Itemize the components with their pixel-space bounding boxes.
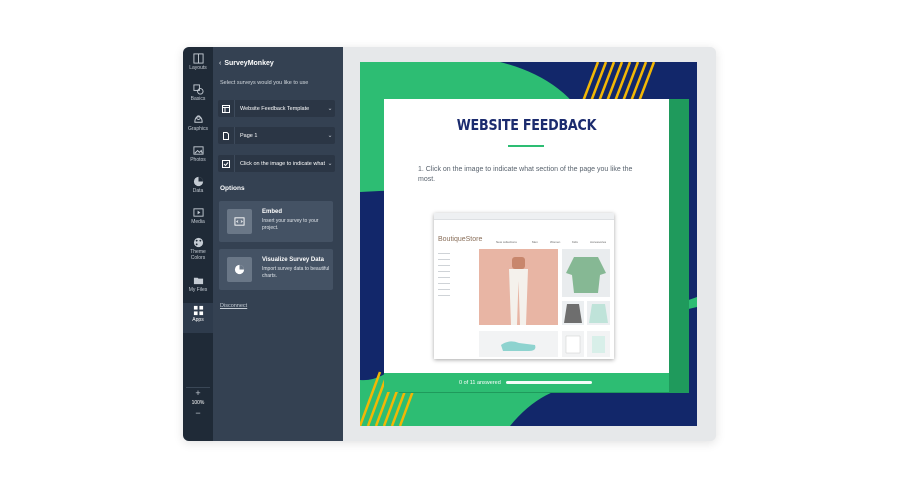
browser-bar — [434, 213, 614, 220]
rail-label: Media — [191, 219, 205, 225]
zoom-out-button[interactable]: − — [195, 408, 200, 418]
embed-title: Embed — [262, 209, 283, 215]
rail-label: My Files — [188, 287, 208, 293]
zoom-in-button[interactable]: + — [195, 388, 200, 398]
boutique-brand: BoutiqueStore — [438, 236, 483, 243]
chevron-down-icon: ⌄ — [327, 161, 333, 167]
page-select[interactable]: Page 1 ⌄ — [218, 127, 335, 144]
survey-card[interactable]: WEBSITE FEEDBACK 1. Click on the image t… — [384, 99, 669, 392]
data-icon — [193, 176, 203, 187]
panel-title: SurveyMonkey — [224, 60, 274, 67]
palette-icon — [193, 237, 203, 248]
survey-footer: 0 of 11 answered — [384, 373, 669, 392]
product-image-shoes — [479, 331, 558, 357]
question-text: 1. Click on the image to indicate what s… — [418, 166, 633, 183]
survey-select-value: Website Feedback Template — [240, 105, 310, 112]
rail-item-data[interactable]: Data — [183, 174, 213, 204]
tool-rail: Layouts Basics Graphics Photos Data Medi… — [183, 47, 213, 441]
question-select[interactable]: Click on the image to indicate what sect… — [218, 155, 335, 172]
back-icon[interactable]: ‹ — [219, 60, 221, 67]
visualize-title: Visualize Survey Data — [262, 257, 324, 263]
photos-icon — [192, 146, 204, 155]
rail-item-apps[interactable]: Apps — [183, 303, 213, 333]
rail-item-basics[interactable]: Basics — [183, 82, 213, 112]
pie-chart-icon — [227, 257, 252, 282]
panel-header: ‹ SurveyMonkey — [219, 60, 274, 67]
rail-item-graphics[interactable]: Graphics — [183, 112, 213, 142]
rail-label: Apps — [192, 317, 204, 323]
page-select-value: Page 1 — [240, 132, 258, 139]
visualize-desc: Import survey data to beautiful charts. — [262, 266, 330, 279]
rail-item-media[interactable]: Media — [183, 205, 213, 235]
chevron-down-icon: ⌄ — [327, 106, 333, 112]
website-screenshot[interactable]: BoutiqueStore New collections Men Women … — [434, 213, 614, 359]
question-icon — [218, 155, 235, 172]
product-image-shirt — [587, 301, 610, 325]
folder-icon — [193, 277, 203, 285]
layouts-icon — [192, 53, 204, 64]
disconnect-link[interactable]: Disconnect — [220, 303, 247, 309]
rail-item-photos[interactable]: Photos — [183, 143, 213, 173]
shot-nav-item: Men — [532, 240, 538, 244]
rail-label: Theme Colors — [190, 249, 206, 261]
shot-nav-item: Accessories — [590, 240, 607, 244]
survey-artboard[interactable]: WEBSITE FEEDBACK 1. Click on the image t… — [360, 62, 697, 426]
survey-title: WEBSITE FEEDBACK — [456, 116, 597, 134]
product-image-top — [587, 331, 610, 357]
apps-icon — [193, 305, 203, 316]
visualize-option[interactable]: Visualize Survey Data Import survey data… — [219, 249, 333, 290]
page-icon — [218, 127, 235, 144]
rail-label: Layouts — [189, 65, 207, 71]
rail-label: Basics — [190, 96, 206, 102]
rail-label: Graphics — [187, 126, 208, 132]
embed-desc: Insert your survey to your project. — [262, 218, 319, 231]
options-heading: Options — [220, 185, 245, 192]
product-image-pants — [479, 249, 558, 325]
editor-window: Layouts Basics Graphics Photos Data Medi… — [183, 47, 716, 441]
progress-bar — [505, 381, 592, 384]
graphics-icon — [193, 115, 203, 123]
rail-label: Photos — [190, 157, 206, 163]
panel-hint: Select surveys would you like to use — [220, 80, 309, 86]
basics-icon — [192, 84, 204, 95]
rail-item-theme-colors[interactable]: Theme Colors — [183, 235, 213, 271]
chevron-down-icon: ⌄ — [327, 133, 333, 139]
product-image-sweater — [562, 249, 610, 297]
product-image-tee — [562, 331, 584, 357]
shot-nav-item: Women — [550, 240, 561, 244]
rail-item-my-files[interactable]: My Files — [183, 273, 213, 303]
shot-nav-item: Kids — [572, 240, 578, 244]
rail-label: Data — [192, 188, 204, 194]
question-select-value: Click on the image to indicate what sect… — [240, 160, 325, 167]
progress-text: 0 of 11 answered — [459, 379, 501, 386]
zoom-level: 100% — [191, 400, 205, 406]
product-image-jacket — [562, 301, 584, 325]
survey-select[interactable]: Website Feedback Template ⌄ — [218, 100, 335, 117]
zoom-control: + 100% − — [186, 387, 210, 423]
surveymonkey-panel: ‹ SurveyMonkey Select surveys would you … — [213, 47, 343, 441]
shot-nav-item: New collections — [496, 240, 517, 244]
embed-option[interactable]: Embed Insert your survey to your project… — [219, 201, 333, 242]
title-underline — [508, 145, 544, 147]
design-canvas: WEBSITE FEEDBACK 1. Click on the image t… — [343, 47, 716, 441]
media-icon — [192, 208, 204, 217]
embed-icon — [227, 209, 252, 234]
survey-icon — [218, 100, 235, 117]
rail-item-layouts[interactable]: Layouts — [183, 51, 213, 81]
